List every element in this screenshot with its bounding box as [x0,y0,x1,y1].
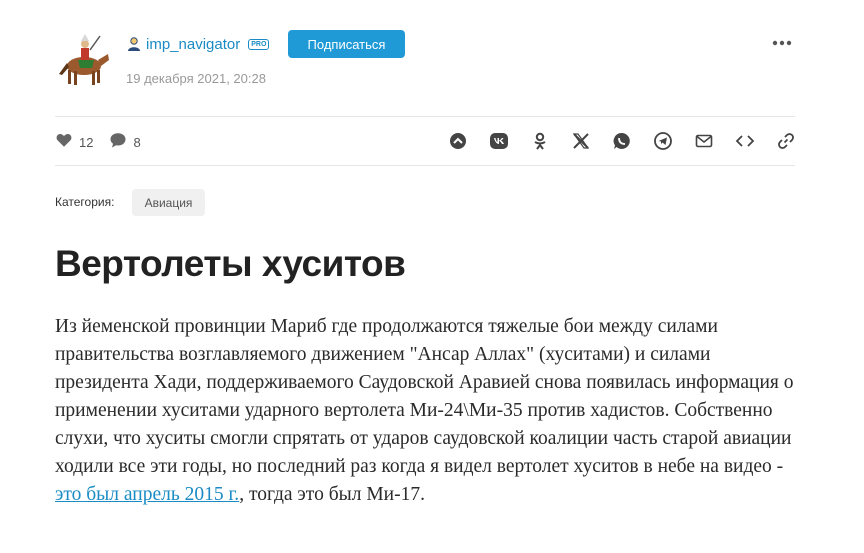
post-date: 19 декабря 2021, 20:28 [126,71,266,86]
article-title: Вертолеты хуситов [55,243,406,284]
comment-icon [109,131,127,154]
ok-icon[interactable] [530,131,550,151]
divider [55,165,795,166]
avatar[interactable] [54,30,112,88]
author-name[interactable]: imp_navigator [146,36,240,53]
share-icon[interactable] [448,131,468,151]
pro-badge: PRO [248,38,270,50]
like-button[interactable]: 12 [55,131,93,154]
x-icon[interactable] [571,131,591,151]
article-text: Из йеменской провинции Мариб где продолж… [55,316,794,477]
user-icon [126,36,142,52]
more-options-icon[interactable] [772,36,792,50]
article-body: Из йеменской провинции Мариб где продолж… [55,313,805,509]
category-chip[interactable]: Авиация [132,189,205,216]
category-label: Категория: [55,195,115,209]
like-count: 12 [79,135,94,150]
mail-icon[interactable] [694,131,714,151]
author-row: imp_navigator PRO [126,34,270,54]
whatsapp-icon[interactable] [612,131,632,151]
comments-button[interactable]: 8 [109,131,141,154]
comment-count: 8 [133,135,141,150]
divider [55,116,795,117]
heart-icon [55,131,73,154]
article-link[interactable]: это был апрель 2015 г. [55,484,239,505]
article-text-end: , тогда это был Ми-17. [239,484,425,505]
vk-icon[interactable] [489,131,509,151]
subscribe-button[interactable]: Подписаться [288,30,405,58]
telegram-icon[interactable] [653,131,673,151]
embed-icon[interactable] [735,131,755,151]
post-stats: 12 8 [55,131,157,154]
link-icon[interactable] [776,131,796,151]
